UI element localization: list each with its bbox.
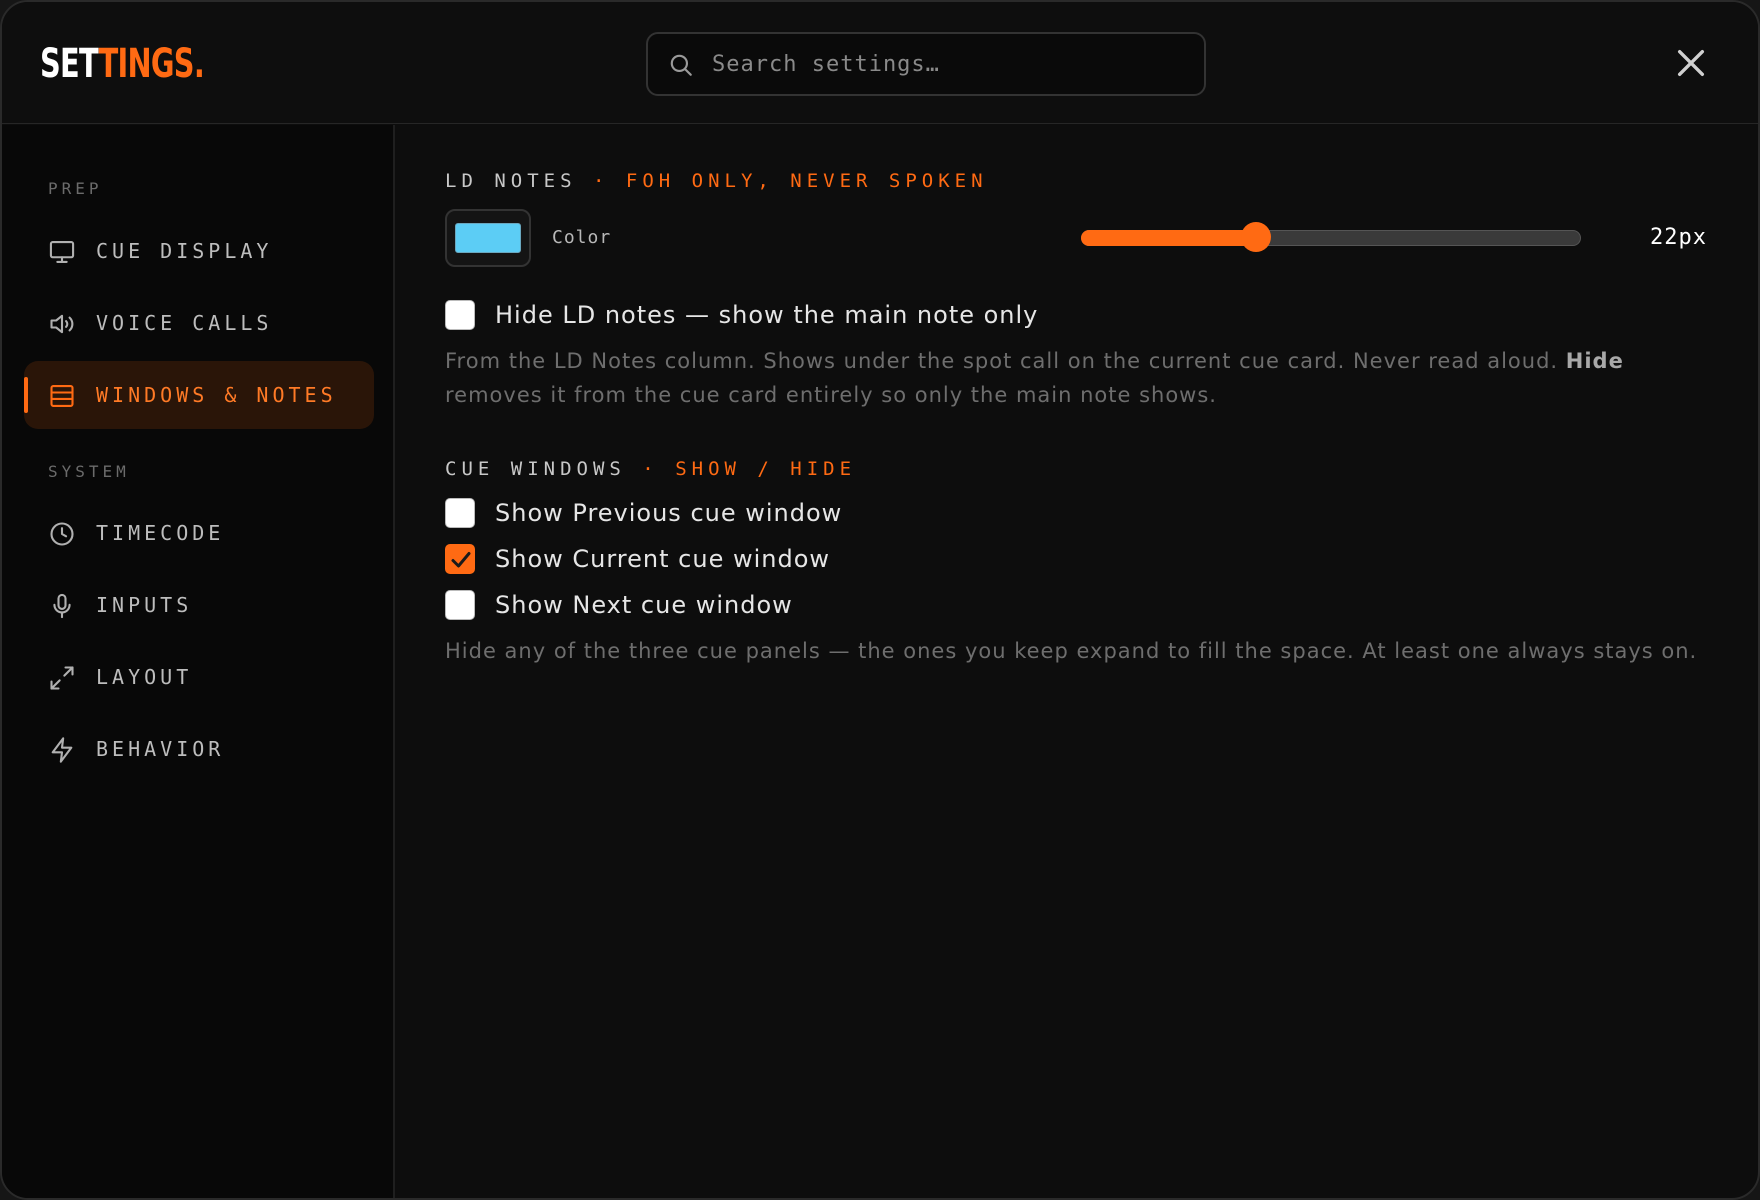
color-label: Color [552,227,612,248]
search-input[interactable] [712,34,1192,94]
settings-logo: SETTINGS. [40,40,205,88]
sidebar-item-cue-display[interactable]: CUE DISPLAY [24,217,374,285]
search-icon [670,54,692,76]
sidebar-item-label: VOICE CALLS [96,311,273,335]
sidebar-section-system: SYSTEM [48,462,130,481]
slider-thumb[interactable] [1241,222,1271,252]
hide-ld-notes-label: Hide LD notes — show the main note only [495,301,1039,329]
sidebar-item-label: TIMECODE [96,521,225,545]
search-box[interactable] [646,32,1206,96]
monitor-icon [49,241,75,263]
ld-notes-title: LD NOTES [445,170,577,192]
checkmark-icon [451,552,471,568]
sidebar-item-windows-notes[interactable]: WINDOWS & NOTES [24,361,374,429]
heading-separator: · [642,458,659,480]
sidebar-item-label: WINDOWS & NOTES [96,383,337,407]
logo-text-white: SET [40,41,99,87]
cue-windows-description: Hide any of the three cue panels — the o… [445,639,1698,663]
sidebar-item-timecode[interactable]: TIMECODE [24,499,374,567]
lightning-icon [51,737,73,763]
logo-text-orange: TINGS. [98,41,205,87]
cue-windows-title: CUE WINDOWS [445,458,626,480]
hide-ld-notes-checkbox[interactable] [445,300,475,330]
show-previous-checkbox[interactable] [445,498,475,528]
ld-notes-description: From the LD Notes column. Shows under th… [445,344,1715,412]
sidebar-item-voice-calls[interactable]: VOICE CALLS [24,289,374,357]
ld-notes-size-slider[interactable] [1081,218,1581,258]
settings-window: SETTINGS. PREP CUE DISPLAY [0,0,1760,1200]
main-panel: LD NOTES · FOH ONLY, NEVER SPOKEN Color … [395,125,1758,1198]
ld-notes-heading: LD NOTES · FOH ONLY, NEVER SPOKEN [445,170,988,192]
sidebar-item-behavior[interactable]: BEHAVIOR [24,715,374,783]
sidebar-section-prep: PREP [48,179,103,198]
slider-fill [1081,230,1256,246]
desc-text-1: From the LD Notes column. Shows under th… [445,349,1559,373]
close-icon[interactable] [1674,46,1708,80]
sidebar-item-label: INPUTS [96,593,193,617]
desc-bold: Hide [1565,349,1624,373]
show-next-label: Show Next cue window [495,591,793,619]
show-current-label: Show Current cue window [495,545,831,573]
ld-notes-subtitle: FOH ONLY, NEVER SPOKEN [625,170,988,192]
sidebar: PREP CUE DISPLAY VOICE CALLS WINDOWS & N… [2,125,395,1198]
clock-icon [50,522,74,546]
show-previous-label: Show Previous cue window [495,499,843,527]
show-next-checkbox[interactable] [445,590,475,620]
sidebar-item-inputs[interactable]: INPUTS [24,571,374,639]
desc-text-2: removes it from the cue card entirely so… [445,383,1217,407]
sidebar-item-label: CUE DISPLAY [96,239,273,263]
windows-icon [50,385,74,407]
sidebar-item-label: LAYOUT [96,665,193,689]
sidebar-item-layout[interactable]: LAYOUT [24,643,374,711]
speaker-icon [50,314,74,334]
cue-windows-heading: CUE WINDOWS · SHOW / HIDE [445,458,856,480]
ld-notes-color-picker[interactable] [445,209,531,267]
microphone-icon [53,593,71,619]
heading-separator: · [592,170,610,192]
size-value: 22px [1650,225,1707,250]
show-current-checkbox[interactable] [445,544,475,574]
header: SETTINGS. [2,2,1758,124]
cue-windows-subtitle: SHOW / HIDE [675,458,857,480]
color-swatch [455,223,521,253]
sidebar-item-label: BEHAVIOR [96,737,225,761]
expand-icon [50,666,74,690]
